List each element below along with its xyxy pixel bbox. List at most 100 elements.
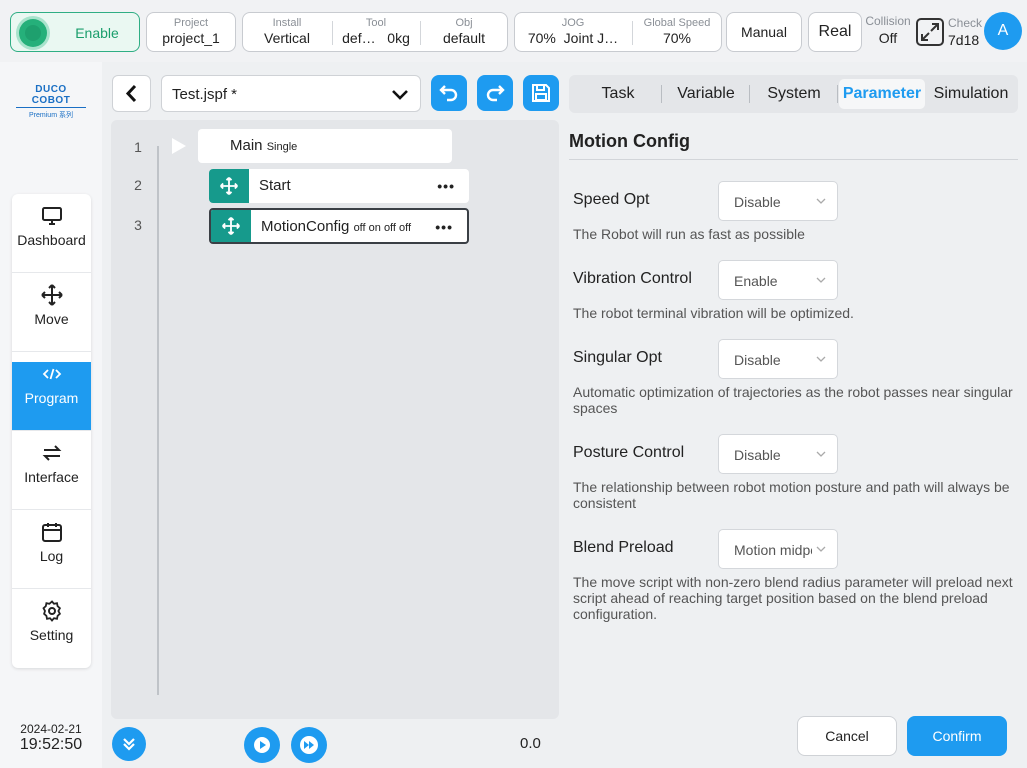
redo-button[interactable] [477, 75, 513, 111]
double-chevron-down-icon [123, 738, 135, 751]
more-options-icon[interactable]: ••• [437, 178, 455, 194]
select-value: Disable [734, 352, 781, 368]
enable-button[interactable]: Enable [10, 12, 140, 52]
nav-item-interface[interactable]: Interface [12, 441, 91, 510]
back-button[interactable] [112, 75, 151, 112]
expand-arrows-icon [921, 23, 939, 41]
tool-cell[interactable]: Tool def… 0kg [333, 13, 419, 51]
nav-item-log[interactable]: Log [12, 520, 91, 589]
program-file-select[interactable]: Test.jspf * [161, 75, 421, 112]
fast-forward-icon [300, 736, 318, 754]
blend-preload-label: Blend Preload [573, 539, 674, 556]
move-arrows-icon [40, 284, 63, 306]
speed-group[interactable]: JOG 70% Joint J… Global Speed 70% [514, 12, 722, 52]
obj-label: Obj [455, 17, 473, 29]
tab-variable[interactable]: Variable [663, 75, 749, 113]
line-number: 2 [134, 177, 142, 193]
install-value: Vertical [264, 30, 310, 46]
real-mode-button[interactable]: Real [808, 12, 862, 52]
logo-sub: Premium 系列 [29, 112, 73, 119]
chevron-down-icon [816, 277, 826, 283]
tool-label: Tool [365, 17, 387, 29]
collision-label: Collision [865, 14, 911, 28]
global-speed-value: 70% [662, 30, 692, 46]
tab-parameter[interactable]: Parameter [839, 79, 925, 109]
left-sidebar: DUCO COBOT Premium 系列 Dashboard Move Pro… [0, 62, 102, 768]
swap-arrows-icon [42, 445, 61, 461]
tab-task[interactable]: Task [575, 75, 661, 113]
select-value: Disable [734, 194, 781, 210]
posture-control-description: The relationship between robot motion po… [573, 479, 1010, 511]
singular-opt-select[interactable]: Disable [718, 339, 838, 379]
select-value: Disable [734, 447, 781, 463]
posture-control-label: Posture Control [573, 444, 685, 461]
more-options-icon[interactable]: ••• [435, 219, 453, 235]
nav-item-dashboard[interactable]: Dashboard [12, 204, 91, 273]
expand-icon[interactable] [916, 18, 944, 46]
tab-simulation[interactable]: Simulation [927, 75, 1015, 113]
node-title: Start [259, 177, 291, 194]
fast-forward-button[interactable] [291, 727, 327, 763]
global-speed-label: Global Speed [643, 17, 711, 29]
global-speed-cell[interactable]: Global Speed 70% [633, 13, 721, 51]
posture-control-select[interactable]: Disable [718, 434, 838, 474]
nav-label: Log [39, 548, 64, 564]
jog-cell[interactable]: JOG 70% Joint J… [515, 13, 631, 51]
scroll-down-button[interactable] [112, 727, 146, 761]
user-avatar[interactable]: A [984, 12, 1022, 50]
drag-handle[interactable] [209, 169, 249, 203]
monitor-icon [41, 207, 62, 225]
gear-icon [41, 600, 61, 622]
jog-value: 70% Joint J… [515, 30, 631, 46]
nav-item-move[interactable]: Move [12, 283, 91, 352]
robot-config-group[interactable]: Install Vertical Tool def… 0kg Obj defau… [242, 12, 508, 52]
blend-preload-select[interactable]: Motion midpoint [718, 529, 838, 569]
manual-mode-button[interactable]: Manual [726, 12, 802, 52]
obj-cell[interactable]: Obj default [421, 13, 507, 51]
drag-handle[interactable] [211, 210, 251, 242]
nav-item-program[interactable]: Program [12, 362, 91, 431]
program-node-motionconfig[interactable]: MotionConfig off on off off ••• [209, 208, 469, 244]
confirm-button[interactable]: Confirm [907, 716, 1007, 756]
panel-tabs: Task Variable System Parameter Simulatio… [569, 75, 1018, 113]
divider [837, 85, 838, 103]
speed-opt-description: The Robot will run as fast as possible [573, 226, 805, 242]
vibration-control-select[interactable]: Enable [718, 260, 838, 300]
save-button[interactable] [523, 75, 559, 111]
speed-opt-select[interactable]: Disable [718, 181, 838, 221]
check-label: Check [948, 16, 983, 30]
top-status-bar: Enable Project project_1 Install Vertica… [0, 0, 1027, 62]
check-value: 7d18 [948, 32, 980, 48]
tool-weight: 0kg [387, 30, 410, 46]
project-selector[interactable]: Project project_1 [146, 12, 236, 52]
nav-label: Move [34, 311, 69, 327]
main-program-node[interactable]: Main Single [198, 129, 452, 163]
logo-brand: DUCO COBOT [16, 84, 86, 108]
select-value: Motion midpoint [734, 542, 812, 558]
node-title: MotionConfig [261, 218, 350, 235]
cancel-button[interactable]: Cancel [797, 716, 897, 756]
project-label: Project [173, 17, 209, 29]
redo-icon [486, 85, 505, 102]
collision-status[interactable]: Collision Off [864, 14, 912, 46]
power-status-icon [19, 19, 47, 47]
tool-value: def… 0kg [333, 30, 419, 46]
chevron-down-icon [816, 356, 826, 362]
install-cell[interactable]: Install Vertical [243, 13, 331, 51]
program-node-start[interactable]: Start ••• [209, 169, 469, 203]
install-label: Install [272, 17, 302, 29]
line-number: 3 [134, 217, 142, 233]
chevron-down-icon [816, 546, 826, 552]
run-pointer-icon [172, 138, 186, 154]
nav-label: Dashboard [17, 232, 86, 248]
main-node-sub: Single [266, 141, 298, 153]
undo-button[interactable] [431, 75, 467, 111]
play-button[interactable] [244, 727, 280, 763]
enable-label: Enable [75, 25, 119, 41]
tab-system[interactable]: System [751, 75, 837, 113]
nav-item-setting[interactable]: Setting [12, 599, 91, 668]
node-text: MotionConfig off on off off [261, 218, 411, 235]
line-number: 1 [134, 139, 142, 155]
nav-label: Setting [29, 627, 74, 643]
chevron-down-icon [816, 198, 826, 204]
